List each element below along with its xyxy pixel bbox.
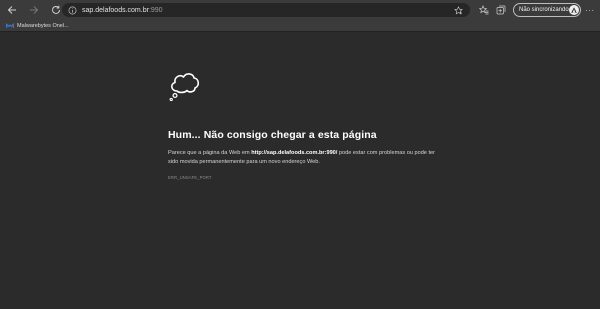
error-desc-before: Parece que a página da Web em — [168, 150, 252, 156]
profile-status-label: Não sincronizando — [519, 7, 569, 13]
profile-button[interactable]: Não sincronizando — [513, 3, 581, 17]
refresh-button[interactable] — [49, 3, 63, 17]
address-bar[interactable]: sap.delafoods.com.br:990 — [62, 3, 470, 17]
favorite-item-malwarebytes[interactable]: Malwarebytes Onel... — [6, 23, 69, 29]
url-port: :990 — [148, 6, 163, 14]
error-title: Hum... Não consigo chegar a esta página — [168, 129, 377, 141]
forward-arrow-icon — [30, 6, 39, 14]
forward-button[interactable] — [27, 3, 41, 17]
refresh-icon — [52, 5, 60, 14]
error-description: Parece que a página da Web em http://sap… — [168, 149, 438, 166]
malwarebytes-icon — [6, 22, 14, 29]
error-code: ERR_UNSAFE_PORT — [168, 175, 212, 181]
favorite-item-label: Malwarebytes Onel... — [17, 22, 69, 29]
browser-toolbar: sap.delafoods.com.br:990 Não sincronizan… — [0, 0, 600, 20]
avatar — [569, 5, 579, 15]
collections-icon[interactable] — [495, 4, 507, 16]
address-url: sap.delafoods.com.br:990 — [82, 7, 163, 14]
settings-menu-icon[interactable]: ··· — [585, 6, 595, 15]
back-button[interactable] — [5, 3, 19, 17]
error-content: Hum... Não consigo chegar a esta página … — [168, 70, 468, 180]
url-host: sap.delafoods.com.br — [82, 6, 149, 14]
error-desc-url: http://sap.delafoods.com.br:990/ — [251, 150, 338, 156]
back-arrow-icon — [7, 6, 16, 14]
site-info-icon[interactable] — [66, 4, 78, 16]
favorite-star-icon[interactable] — [452, 4, 464, 16]
thought-cloud-icon — [169, 73, 200, 102]
profile-avatar-icon — [571, 7, 577, 13]
favorites-bar: Malwarebytes Onel... — [0, 20, 600, 32]
favorites-icon[interactable] — [478, 4, 490, 16]
